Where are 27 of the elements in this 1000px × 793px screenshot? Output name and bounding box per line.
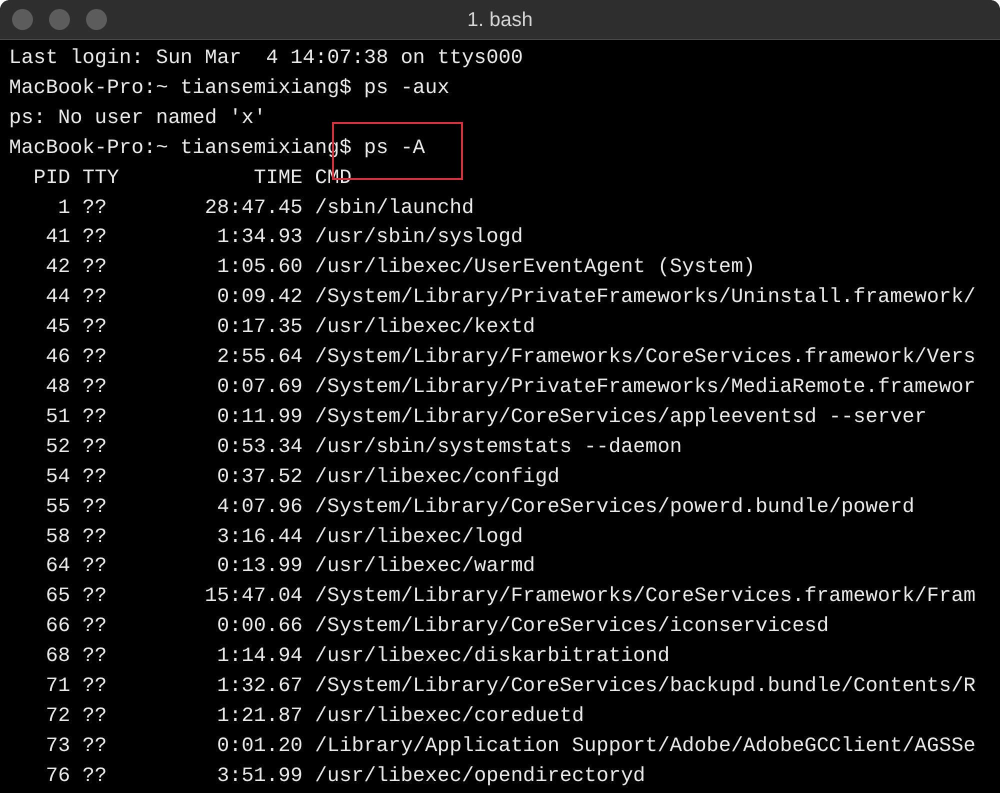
process-row-text: 65 ?? 15:47.04 /System/Library/Frameworks/CoreServices.framework/Fram	[44, 584, 976, 610]
process-row-text: 72 ?? 1:21.87 /usr/libexec/coreduetd	[44, 704, 584, 730]
process-row-text: 55 ?? 4:07.96 /System/Library/CoreServices/powerd.bundle/powerd	[44, 494, 914, 521]
process-row-text: 66 ?? 0:00.66 /System/Library/CoreServices/iconservicesd	[44, 614, 829, 640]
zoom-button[interactable]	[86, 9, 107, 30]
window-title: 1. bash	[467, 8, 533, 33]
process-row-text: 73 ?? 0:01.20 /Library/Application Support/Adobe/AdobeGCClient/AGSSe	[44, 734, 976, 760]
terminal-line: Last login: Sun Mar 4 14:07:38 on ttys000	[9, 46, 523, 72]
process-row-text: 41 ?? 1:34.93 /usr/sbin/syslogd	[44, 225, 523, 252]
process-row-text: 54 ?? 0:37.52 /usr/libexec/configd	[44, 464, 560, 491]
process-row-text: 1 ?? 28:47.45 /sbin/launchd	[56, 196, 474, 222]
process-row-text: 44 ?? 0:09.42 /System/Library/PrivateFrameworks/Uninstall.framework/	[44, 285, 976, 312]
process-row-text: 46 ?? 2:55.64 /System/Library/Frameworks/CoreServices.framework/Vers	[44, 345, 976, 372]
close-button[interactable]	[12, 9, 33, 30]
process-row-text: 45 ?? 0:17.35 /usr/libexec/kextd	[44, 315, 536, 342]
process-row-text: 76 ?? 3:51.99 /usr/libexec/opendirectoryd	[44, 764, 646, 790]
process-row-text: 42 ?? 1:05.60 /usr/libexec/UserEventAgent (System)	[44, 255, 756, 282]
process-row-text: 52 ?? 0:53.34 /usr/sbin/systemstats --daemon	[44, 434, 682, 461]
process-row-text: 68 ?? 1:14.94 /usr/libexec/diskarbitrationd	[44, 644, 670, 670]
process-row-text: 48 ?? 0:07.69 /System/Library/PrivateFrameworks/MediaRemote.framewor	[44, 374, 976, 401]
minimize-button[interactable]	[49, 9, 70, 30]
process-row-text: 51 ?? 0:11.99 /System/Library/CoreServices/appleeventsd --server	[44, 404, 927, 431]
process-row-text: 64 ?? 0:13.99 /usr/libexec/warmd	[44, 554, 536, 580]
process-row-text: 58 ?? 3:16.44 /usr/libexec/logd	[44, 524, 523, 550]
terminal-line: MacBook-Pro:~ tiansemixiang$ ps -aux	[9, 76, 450, 102]
terminal-line: ps: No user named 'x'	[9, 106, 266, 132]
process-row-text: 71 ?? 1:32.67 /System/Library/CoreServices/backupd.bundle/Contents/R	[44, 674, 976, 700]
